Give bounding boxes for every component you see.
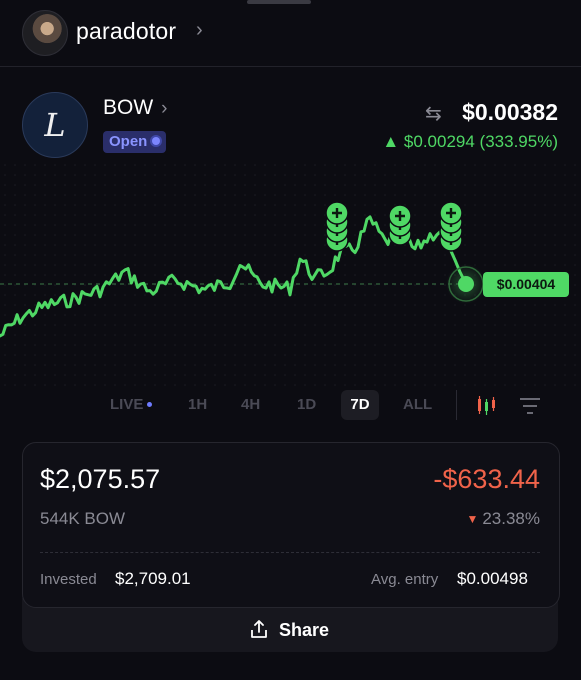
position-value: $2,075.57 bbox=[40, 464, 161, 494]
share-icon bbox=[251, 620, 267, 638]
chevron-right-icon[interactable]: › bbox=[196, 19, 203, 42]
share-label: Share bbox=[279, 620, 330, 640]
coin-name[interactable]: BOW › bbox=[103, 96, 168, 120]
status-dot bbox=[152, 137, 161, 145]
candlestick-icon[interactable] bbox=[475, 395, 497, 417]
timeframe-live[interactable]: LIVE bbox=[110, 396, 153, 413]
divider bbox=[456, 390, 457, 420]
swap-arrows-icon[interactable]: ⇆ bbox=[425, 101, 442, 126]
invested-value: $2,709.01 bbox=[115, 569, 191, 588]
buy-markers bbox=[325, 201, 463, 252]
timeframe-live-label: LIVE bbox=[110, 396, 144, 413]
status-label: Open bbox=[109, 133, 148, 150]
position-pnl-percent: ▼ 23.38% bbox=[466, 509, 540, 529]
position-quantity: 544K BOW bbox=[40, 509, 126, 528]
down-triangle-icon: ▼ bbox=[466, 512, 479, 526]
filter-icon[interactable] bbox=[519, 396, 541, 416]
status-badge: Open bbox=[103, 131, 167, 153]
live-dot bbox=[147, 402, 153, 407]
avatar[interactable] bbox=[22, 10, 68, 56]
timeframe-all[interactable]: ALL bbox=[403, 396, 432, 413]
coin-logo: L bbox=[22, 92, 88, 158]
price-change: ▲ $0.00294 (333.95%) bbox=[382, 132, 558, 151]
timeframe-4h[interactable]: 4H bbox=[241, 396, 260, 413]
card-divider bbox=[40, 552, 540, 553]
coin-price: $0.00382 bbox=[462, 99, 558, 125]
pnl-percent-value: 23.38% bbox=[482, 509, 540, 528]
share-button[interactable]: Share bbox=[249, 619, 329, 641]
timeframe-1d[interactable]: 1D bbox=[297, 396, 316, 413]
chevron-right-icon: › bbox=[161, 98, 168, 119]
avg-entry-value: $0.00498 bbox=[457, 569, 528, 588]
price-chart[interactable]: $0.00404 bbox=[0, 160, 581, 390]
coin-logo-glyph: L bbox=[44, 106, 66, 144]
coin-symbol: BOW bbox=[103, 96, 154, 119]
invested-label: Invested bbox=[40, 571, 97, 588]
current-price-dot bbox=[458, 276, 474, 292]
avg-entry-label: Avg. entry bbox=[371, 571, 439, 588]
timeframe-1h[interactable]: 1H bbox=[188, 396, 207, 413]
position-pnl: -$633.44 bbox=[433, 464, 540, 494]
timeframe-7d[interactable]: 7D bbox=[341, 390, 379, 420]
username[interactable]: paradotor bbox=[76, 18, 176, 45]
header: paradotor › bbox=[0, 0, 581, 67]
current-price-label: $0.00404 bbox=[497, 276, 556, 292]
